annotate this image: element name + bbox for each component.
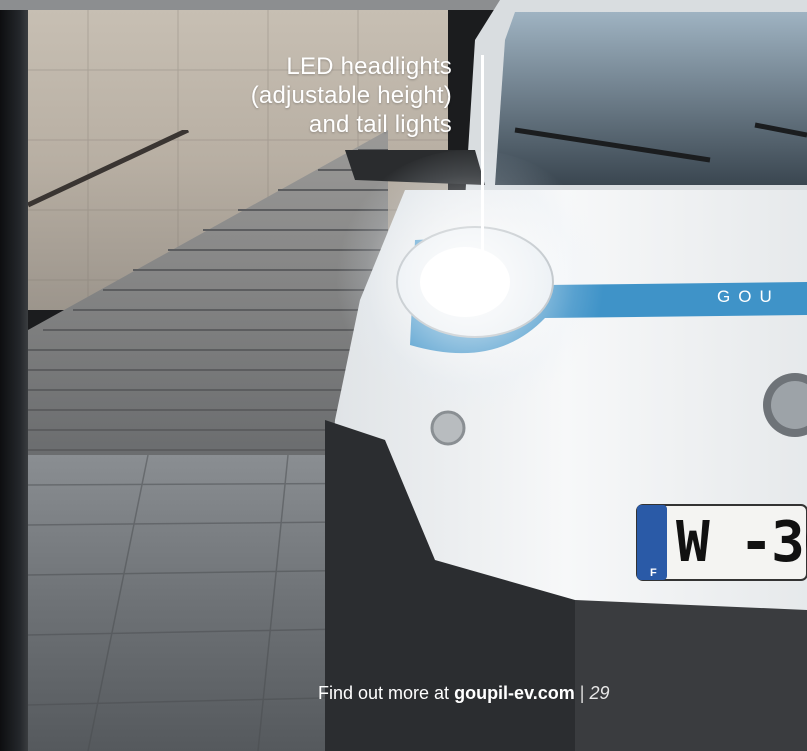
footer-prefix: Find out more at — [318, 683, 455, 703]
page-footer: Find out more at goupil-ev.com | 29 — [318, 683, 609, 704]
headlight-glow — [330, 150, 610, 410]
website-link[interactable]: goupil-ev.com — [454, 683, 575, 703]
callout-line-2: (adjustable height) — [250, 82, 452, 109]
brochure-page: GOU F W -30 LED headlights (adjustable h… — [0, 0, 807, 751]
page-number: 29 — [589, 683, 610, 703]
feature-callout: LED headlights (adjustable height) and t… — [132, 52, 452, 139]
brand-lettering: GOU — [717, 287, 780, 306]
callout-pointer-line — [481, 55, 484, 310]
footer-separator: | — [574, 683, 590, 703]
license-plate-text: W -30 — [676, 510, 807, 575]
left-dark-edge — [0, 10, 28, 751]
callout-line-1: LED headlights — [286, 53, 452, 80]
plate-country-code: F — [650, 567, 657, 579]
callout-line-3: and tail lights — [308, 111, 452, 138]
